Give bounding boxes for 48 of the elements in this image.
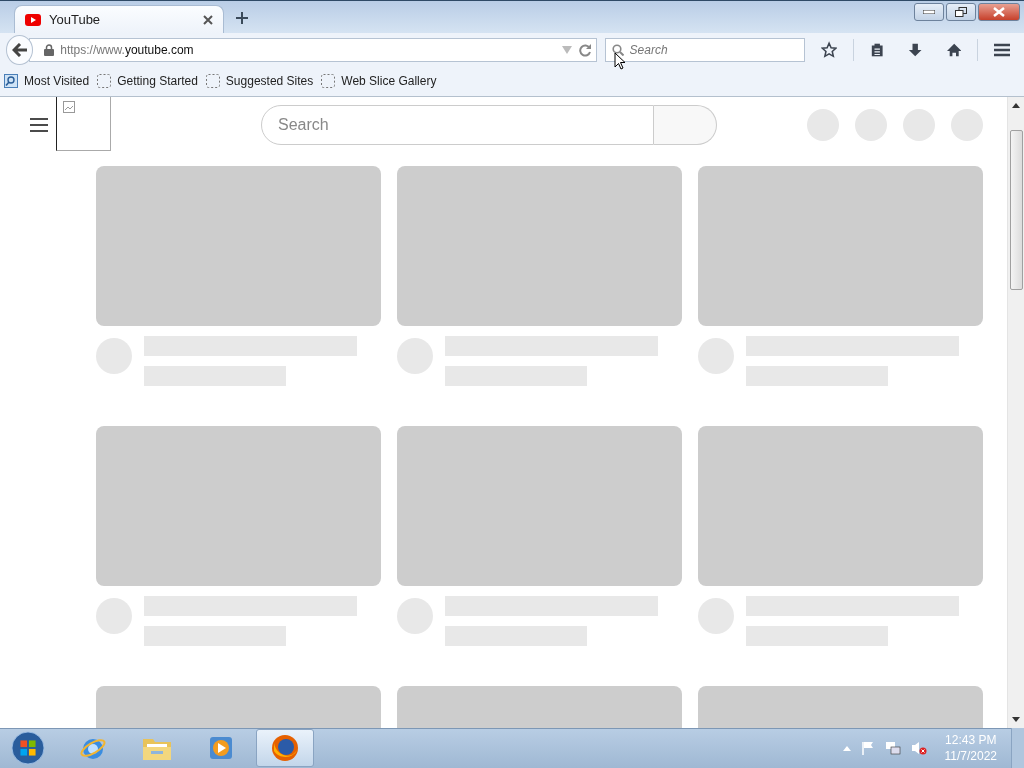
scroll-down-icon[interactable] [1012,717,1020,722]
browser-tab[interactable]: YouTube [14,5,224,34]
scroll-up-icon[interactable] [1012,103,1020,108]
fox-globe-icon [270,733,300,764]
back-arrow-icon [11,42,28,57]
tab-title: YouTube [49,12,102,28]
scrollbar[interactable] [1007,97,1024,728]
taskbar-button[interactable] [256,729,314,768]
clock-date: 11/7/2022 [944,748,997,765]
back-button[interactable] [6,34,34,65]
new-tab-icon[interactable] [236,12,248,25]
dashed-square-icon [97,74,112,89]
search-field[interactable]: Search [604,37,805,62]
download-icon[interactable] [908,41,923,58]
minimize-icon [923,10,935,14]
minimize-button[interactable] [914,3,944,21]
close-button[interactable] [978,3,1020,21]
lock-icon [44,43,55,56]
network-icon[interactable] [884,741,901,756]
dashed-square-icon [205,74,220,89]
play-logo-icon [25,13,41,26]
url-text: https://www.youtube.com [60,42,194,57]
clipboard-icon[interactable] [869,41,885,58]
mouse-pointer-icon [614,52,626,71]
bookmark-link[interactable]: Web Slice Gallery [321,74,437,89]
broken-image-icon [63,101,75,113]
speaker-muted-icon[interactable] [910,741,927,756]
close-icon[interactable] [203,14,213,25]
bookmark-link[interactable]: Most Visited [4,74,90,89]
home-icon[interactable] [946,41,961,58]
restore-button[interactable] [946,3,976,21]
star-icon[interactable] [820,40,837,59]
start-button[interactable] [8,729,48,768]
bookmark-link[interactable]: Suggested Sites [205,74,314,89]
reload-icon[interactable] [577,42,592,57]
windows-orb-icon [11,731,45,766]
media-player-icon [208,735,234,762]
bookmark-link[interactable]: Getting Started [97,74,198,89]
menu-icon[interactable] [993,41,1010,58]
dashed-square-icon [321,74,336,89]
scrollbar-thumb[interactable] [1009,130,1023,290]
search-field[interactable]: Search [261,105,654,146]
page-icon [4,74,18,89]
clock-time: 12:43 PM [945,732,997,749]
menu-icon[interactable] [30,118,48,133]
address-field[interactable]: https://www.youtube.com [29,37,597,62]
close-icon [993,7,1005,17]
restore-icon [955,7,967,17]
